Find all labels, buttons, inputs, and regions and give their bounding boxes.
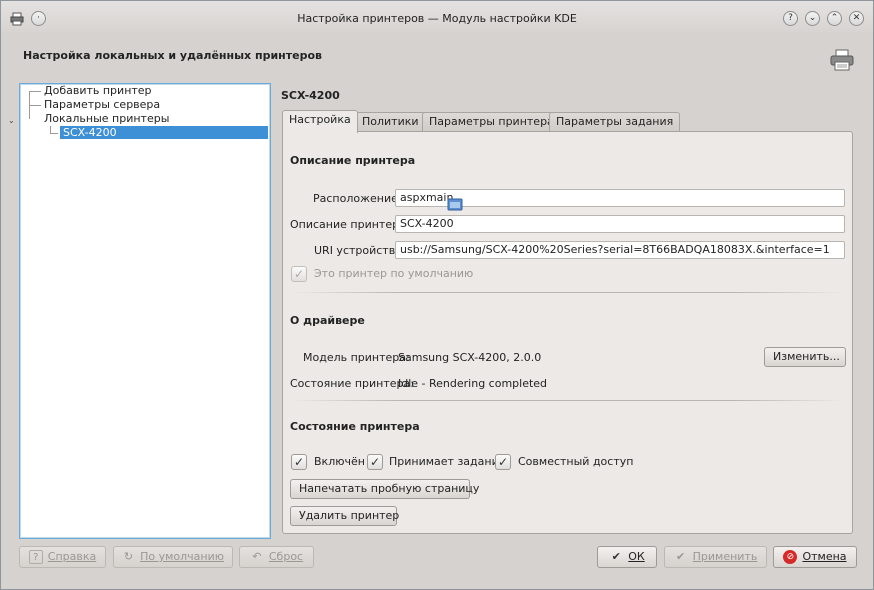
description-label: Описание принтера: <box>290 218 410 231</box>
tab-settings[interactable]: Настройка <box>282 110 358 133</box>
tree-item-scx4200[interactable]: SCX-4200 <box>60 126 268 139</box>
help-icon: ? <box>28 550 43 564</box>
settings-panel: Описание принтера Расположение: aspxmain… <box>282 131 853 534</box>
help-button[interactable]: ? Справка <box>19 546 106 568</box>
location-label: Расположение: <box>313 192 402 205</box>
reset-label: Сброс <box>268 550 304 563</box>
enabled-checkbox[interactable]: ✓ <box>291 454 307 470</box>
page-title: Настройка локальных и удалённых принтеро… <box>23 49 322 62</box>
device-title: SCX-4200 <box>281 89 340 102</box>
remove-printer-button[interactable]: Удалить принтер <box>290 506 399 526</box>
check-icon: ✔ <box>611 550 621 563</box>
section-printer-description: Описание принтера <box>290 154 416 167</box>
model-value: Samsung SCX-4200, 2.0.0 <box>398 351 542 364</box>
expand-arrow-icon[interactable]: ⌄ <box>8 116 15 125</box>
shared-label: Совместный доступ <box>518 455 634 468</box>
accepts-jobs-checkbox[interactable]: ✓ <box>367 454 383 470</box>
defaults-label: По умолчанию <box>140 550 224 563</box>
tree-line <box>29 105 41 106</box>
cancel-icon: ⊘ <box>783 550 798 564</box>
tree-line <box>50 133 58 134</box>
reset-button[interactable]: ↶ Сброс <box>239 546 314 568</box>
uri-label: URI устройства: <box>314 244 406 257</box>
tree-line <box>29 91 41 92</box>
kde-settings-window: · Настройка принтеров — Модуль настройки… <box>0 0 874 590</box>
tab-job-options[interactable]: Параметры задания <box>549 112 681 132</box>
shared-checkbox[interactable]: ✓ <box>495 454 511 470</box>
description-field[interactable]: SCX-4200 <box>395 215 845 233</box>
default-printer-checkbox[interactable]: ✓ <box>291 266 307 282</box>
cancel-button[interactable]: ⊘ Отмена <box>773 546 857 568</box>
ok-button[interactable]: ✔ ОК <box>597 546 657 568</box>
tab-policies[interactable]: Политики <box>355 112 426 132</box>
enabled-label: Включён <box>314 455 365 468</box>
separator <box>291 292 844 293</box>
separator <box>291 400 844 401</box>
tab-printer-options[interactable]: Параметры принтера <box>422 112 561 132</box>
drag-cursor-icon <box>447 197 463 211</box>
help-icon[interactable]: ? <box>783 11 798 26</box>
status-label: Состояние принтера: <box>290 377 414 390</box>
section-printer-state: Состояние принтера <box>290 420 420 433</box>
check-icon: ✔ <box>676 550 686 563</box>
close-icon[interactable]: ✕ <box>849 11 864 26</box>
model-label: Модель принтера: <box>303 351 410 364</box>
uri-field[interactable]: usb://Samsung/SCX-4200%20Series?serial=8… <box>395 241 845 259</box>
defaults-icon: ↻ <box>123 550 134 563</box>
minimize-icon[interactable]: ⌄ <box>805 11 820 26</box>
cancel-label: Отмена <box>802 550 847 563</box>
title-bar[interactable]: · Настройка принтеров — Модуль настройки… <box>1 1 873 35</box>
ok-label: ОК <box>628 550 645 563</box>
undo-icon: ↶ <box>252 550 262 563</box>
window-title: Настройка принтеров — Модуль настройки K… <box>297 12 577 25</box>
help-label: Справка <box>47 550 97 563</box>
maximize-icon[interactable]: ⌃ <box>827 11 842 26</box>
tree-item-add-printer[interactable]: Добавить принтер <box>44 84 152 98</box>
apply-label: Применить <box>692 550 758 563</box>
section-driver: О драйвере <box>290 314 365 327</box>
print-test-page-button[interactable]: Напечатать пробную страницу <box>290 479 479 499</box>
defaults-button[interactable]: ↻ По умолчанию <box>113 546 233 568</box>
tree-line <box>50 126 51 133</box>
tree-item-local-printers[interactable]: Локальные принтеры <box>44 112 169 126</box>
accepts-jobs-label: Принимает задания <box>389 455 506 468</box>
default-printer-label: Это принтер по умолчанию <box>314 267 474 280</box>
apply-button[interactable]: ✔ Применить <box>664 546 767 568</box>
status-value: Idle - Rendering completed <box>398 377 548 390</box>
printer-icon <box>829 49 855 71</box>
printer-tree[interactable]: Добавить принтер Параметры сервера Локал… <box>19 83 271 539</box>
tree-item-server-settings[interactable]: Параметры сервера <box>44 98 160 112</box>
change-driver-button[interactable]: Изменить... <box>764 347 846 367</box>
